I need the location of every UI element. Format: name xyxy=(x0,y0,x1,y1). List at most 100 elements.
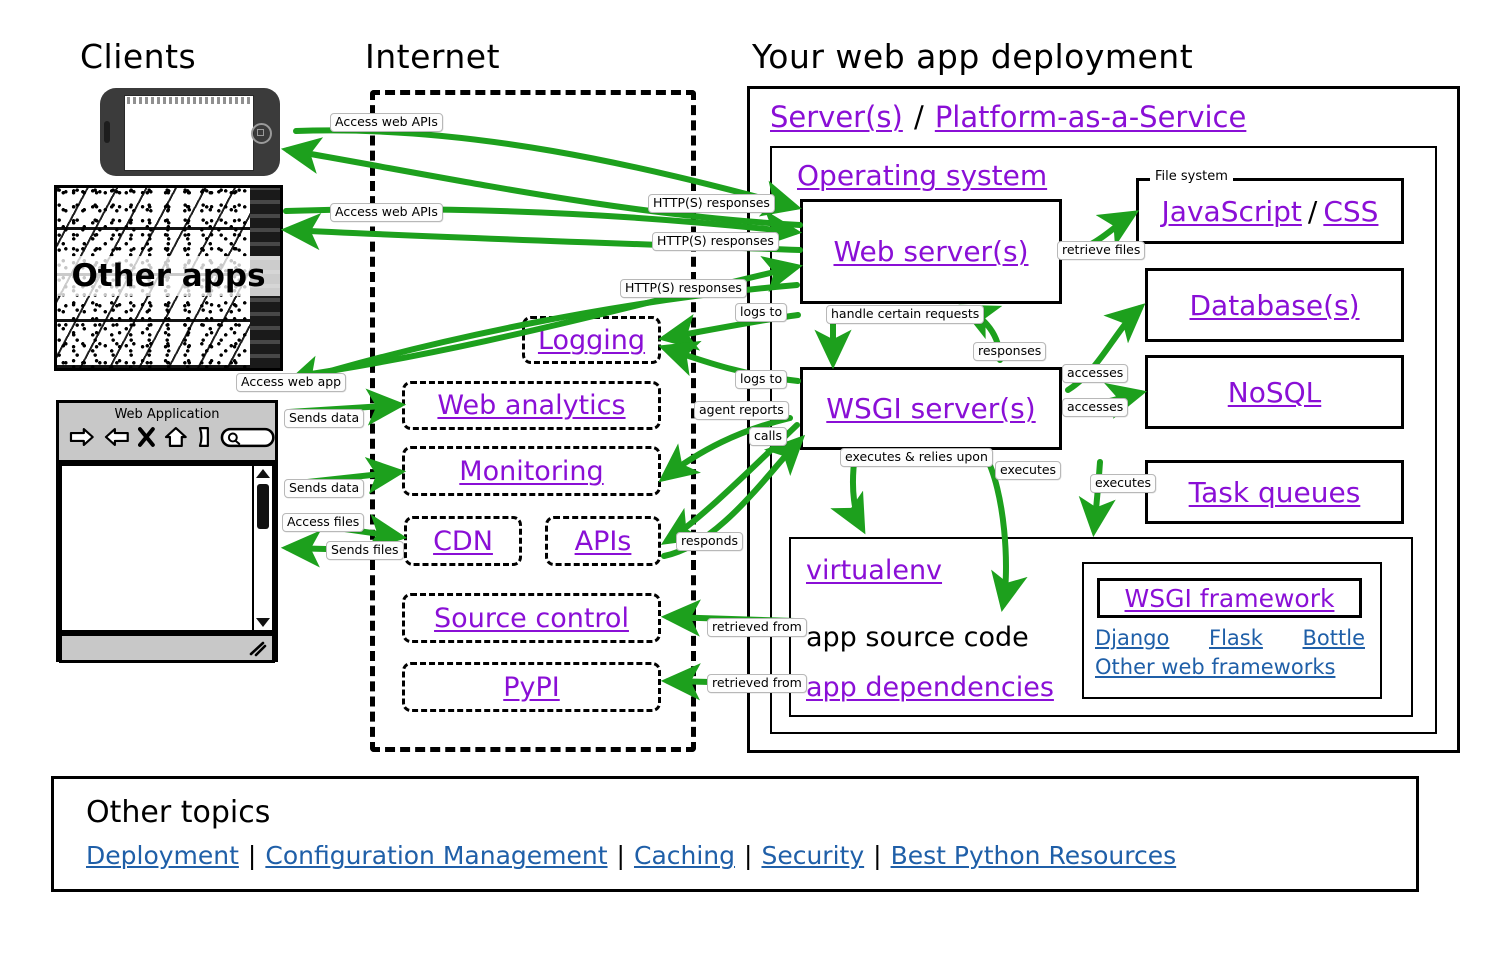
other-web-frameworks-link[interactable]: Other web frameworks xyxy=(1095,655,1335,679)
operating-system-label[interactable]: Operating system xyxy=(797,159,1047,192)
edge-label-retrieved-from-1: retrieved from xyxy=(707,618,807,638)
edge-label-calls: calls xyxy=(749,427,787,447)
browser-scrollbar[interactable] xyxy=(252,466,272,630)
edge-label-executes-relies-upon: executes & relies upon xyxy=(840,448,993,468)
browser-client: Web Application xyxy=(56,400,278,663)
resize-grip-icon[interactable] xyxy=(248,641,268,657)
database-label[interactable]: Database(s) xyxy=(1189,289,1359,322)
other-topics-link-caching[interactable]: Caching xyxy=(634,841,735,870)
back-arrow-icon[interactable] xyxy=(69,426,95,448)
edge-label-sends-data-1: Sends data xyxy=(284,409,365,429)
edge-label-access-files: Access files xyxy=(282,513,365,533)
wsgi-server-label[interactable]: WSGI server(s) xyxy=(826,392,1035,425)
label-slash-1: / xyxy=(913,100,924,134)
task-queues-label[interactable]: Task queues xyxy=(1189,476,1361,509)
page-icon[interactable] xyxy=(197,426,211,448)
scroll-down-icon[interactable] xyxy=(255,616,271,628)
wsgi-framework-title-box[interactable]: WSGI framework xyxy=(1097,578,1362,618)
other-apps-server-rack: Other apps xyxy=(54,185,283,371)
internet-box-web-analytics[interactable]: Web analytics xyxy=(402,381,661,430)
internet-box-source-control[interactable]: Source control xyxy=(402,593,661,643)
edge-label-executes-1: executes xyxy=(995,461,1062,481)
file-system-group: File system JavaScript / CSS xyxy=(1136,169,1404,244)
edge-label-handle-certain-requests: handle certain requests xyxy=(826,305,985,325)
wsgi-framework-label[interactable]: WSGI framework xyxy=(1125,584,1335,613)
other-topics-separator-1: | xyxy=(247,841,257,870)
app-dependencies-label[interactable]: app dependencies xyxy=(806,672,1054,703)
column-heading-deployment: Your web app deployment xyxy=(752,37,1194,76)
label-slash-2: / xyxy=(1307,194,1318,228)
operating-system-label-wrap: Operating system xyxy=(797,159,1047,192)
django-link[interactable]: Django xyxy=(1095,626,1169,650)
nosql-box[interactable]: NoSQL xyxy=(1145,355,1404,429)
flask-link[interactable]: Flask xyxy=(1209,626,1263,650)
wsgi-server-box[interactable]: WSGI server(s) xyxy=(800,367,1062,450)
home-icon[interactable] xyxy=(164,426,188,448)
internet-box-logging[interactable]: Logging xyxy=(522,316,661,364)
virtualenv-label-wrap: virtualenv xyxy=(806,555,942,586)
browser-toolbar xyxy=(59,422,275,449)
edge-label-logs-to-1: logs to xyxy=(735,303,788,323)
edge-label-accesses-1: accesses xyxy=(1062,364,1129,384)
phone-statusbar xyxy=(127,97,251,104)
column-heading-clients: Clients xyxy=(80,37,197,76)
database-box[interactable]: Database(s) xyxy=(1145,268,1404,342)
browser-statusbar xyxy=(59,633,275,663)
task-queues-box[interactable]: Task queues xyxy=(1145,460,1404,524)
other-topics-link-security[interactable]: Security xyxy=(761,841,864,870)
other-topics-separator-4: | xyxy=(873,841,882,870)
apis-label[interactable]: APIs xyxy=(575,526,632,557)
logging-label[interactable]: Logging xyxy=(538,325,645,356)
scrollbar-thumb[interactable] xyxy=(257,484,269,529)
other-topics-link-deployment[interactable]: Deployment xyxy=(86,841,239,870)
cdn-label[interactable]: CDN xyxy=(433,526,493,557)
source-control-label[interactable]: Source control xyxy=(434,603,629,634)
browser-viewport xyxy=(59,463,275,633)
file-system-legend: File system xyxy=(1150,169,1233,184)
internet-box-monitoring[interactable]: Monitoring xyxy=(402,446,661,496)
scroll-up-icon[interactable] xyxy=(255,468,271,480)
bottle-link[interactable]: Bottle xyxy=(1303,626,1365,650)
other-topics-title: Other topics xyxy=(86,795,271,830)
edge-label-access-web-apis-2: Access web APIs xyxy=(330,203,443,223)
edge-label-accesses-2: accesses xyxy=(1062,398,1129,418)
stop-x-icon[interactable] xyxy=(138,427,156,447)
web-server-label[interactable]: Web server(s) xyxy=(833,235,1028,268)
javascript-label[interactable]: JavaScript xyxy=(1162,195,1302,228)
edge-label-sends-data-2: Sends data xyxy=(284,479,365,499)
edge-label-http-responses-2: HTTP(S) responses xyxy=(652,232,779,252)
browser-window-title: Web Application xyxy=(114,407,220,422)
paas-label[interactable]: Platform-as-a-Service xyxy=(935,100,1247,134)
servers-label[interactable]: Server(s) xyxy=(770,100,903,134)
smartphone-client xyxy=(100,88,280,176)
pypi-label[interactable]: PyPI xyxy=(503,672,560,703)
internet-box-apis[interactable]: APIs xyxy=(545,516,661,566)
monitoring-label[interactable]: Monitoring xyxy=(459,456,603,487)
edge-label-access-web-apis-1: Access web APIs xyxy=(330,113,443,133)
css-label[interactable]: CSS xyxy=(1323,195,1378,228)
edge-label-http-responses-3: HTTP(S) responses xyxy=(620,279,747,299)
nosql-label[interactable]: NoSQL xyxy=(1228,376,1322,409)
other-topics-link-best-python-resources[interactable]: Best Python Resources xyxy=(891,841,1177,870)
search-box-icon[interactable] xyxy=(220,425,275,449)
web-analytics-label[interactable]: Web analytics xyxy=(437,390,625,421)
web-server-box[interactable]: Web server(s) xyxy=(800,199,1062,304)
phone-screen xyxy=(124,95,254,171)
edge-label-sends-files: Sends files xyxy=(326,541,404,561)
forward-arrow-icon[interactable] xyxy=(104,426,130,448)
other-topics-link-configuration-management[interactable]: Configuration Management xyxy=(265,841,607,870)
framework-links-row: Django Flask Bottle xyxy=(1095,626,1365,650)
other-apps-label: Other apps xyxy=(57,256,280,296)
edge-label-retrieve-files: retrieve files xyxy=(1057,241,1146,261)
edge-label-responds: responds xyxy=(676,532,744,552)
other-topics-separator-2: | xyxy=(616,841,625,870)
edge-label-responses: responses xyxy=(973,342,1047,362)
internet-box-pypi[interactable]: PyPI xyxy=(402,662,661,712)
internet-box-cdn[interactable]: CDN xyxy=(404,516,522,566)
edge-label-retrieved-from-2: retrieved from xyxy=(707,674,807,694)
edge-label-http-responses-1: HTTP(S) responses xyxy=(648,194,775,214)
edge-label-executes-2: executes xyxy=(1090,474,1157,494)
virtualenv-label[interactable]: virtualenv xyxy=(806,555,942,586)
diagram-canvas: Clients Internet Your web app deployment… xyxy=(0,0,1495,970)
column-heading-internet: Internet xyxy=(365,37,501,76)
